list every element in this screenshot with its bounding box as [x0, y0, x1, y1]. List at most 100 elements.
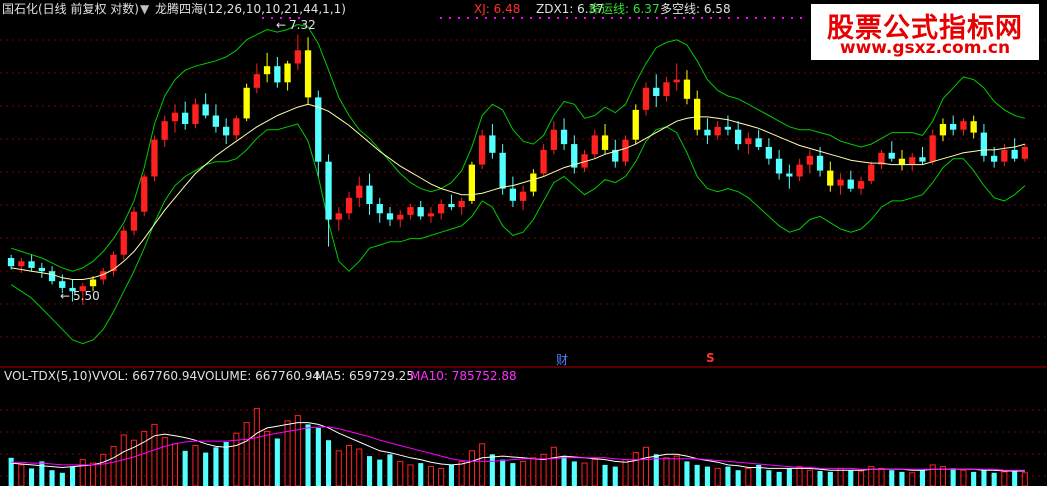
- signal-dot: [512, 17, 514, 19]
- volume-ma-lines: [11, 422, 1025, 472]
- candle-body: [888, 152, 895, 159]
- candle-body: [7, 258, 15, 267]
- volume-bar: [735, 470, 741, 486]
- signal-dot: [530, 17, 532, 19]
- candle-body: [458, 200, 465, 208]
- volume-bar: [500, 459, 506, 486]
- volume-value: VOLUME: 667760.94: [197, 369, 320, 383]
- signal-dot: [557, 17, 559, 19]
- candle-body: [120, 230, 127, 255]
- candle-body: [438, 204, 445, 214]
- candle-body: [356, 185, 363, 198]
- volume-bar: [714, 467, 721, 486]
- signal-dot: [467, 17, 469, 19]
- signal-dot: [665, 17, 667, 19]
- candle-body: [837, 179, 844, 186]
- candle-body: [479, 135, 486, 165]
- volume-bar: [70, 466, 76, 486]
- candle-body: [622, 139, 629, 162]
- volume-bar: [694, 464, 700, 486]
- watermark-url: www.gsxz.com.cn: [839, 38, 1011, 58]
- candle-body: [960, 121, 967, 130]
- candle-body: [714, 126, 721, 136]
- signal-dot: [262, 17, 264, 19]
- candle-body: [970, 121, 977, 133]
- signal-dot: [575, 17, 577, 19]
- candle-body: [796, 164, 803, 177]
- vol-indicator-name: VOL-TDX(5,10): [4, 369, 93, 383]
- candle-body: [898, 158, 906, 165]
- volume-bar: [899, 471, 905, 486]
- candle-body: [427, 213, 435, 217]
- volume-bar: [161, 437, 168, 486]
- volume-bar: [274, 438, 280, 486]
- candle-body: [673, 79, 680, 83]
- candle-body: [755, 138, 762, 147]
- volume-bar: [591, 459, 598, 486]
- candle-body: [48, 271, 56, 282]
- volume-bar: [171, 443, 178, 486]
- xj-value: XJ: 6.48: [474, 2, 521, 16]
- candle-body: [519, 191, 527, 201]
- finance-marker[interactable]: 财: [556, 351, 568, 368]
- candle-body: [929, 135, 936, 162]
- volume-bar: [673, 455, 680, 486]
- candle-body: [991, 155, 998, 162]
- volume-bar: [192, 445, 199, 486]
- sell-marker[interactable]: S: [706, 351, 715, 365]
- candle-body: [1021, 147, 1028, 159]
- signal-dot: [440, 17, 442, 19]
- candle-body: [499, 152, 506, 189]
- signal-dot: [683, 17, 685, 19]
- signal-dot: [710, 17, 712, 19]
- candle-body: [274, 66, 281, 83]
- candle-body: [28, 261, 35, 268]
- candle-body: [827, 170, 834, 186]
- candle-body: [417, 207, 424, 217]
- candle-body: [509, 188, 516, 201]
- candle-body: [366, 185, 373, 204]
- candle-body: [816, 155, 824, 171]
- candle-body: [663, 82, 670, 96]
- candle-body: [202, 104, 209, 116]
- collapse-icon[interactable]: ▼: [140, 1, 149, 17]
- candle-body: [212, 115, 219, 127]
- signal-dot: [791, 17, 793, 19]
- signal-dot: [602, 17, 604, 19]
- volume-bar: [335, 450, 342, 486]
- volume-bar: [950, 468, 956, 486]
- volume-bar: [141, 430, 148, 486]
- volume-bar: [253, 408, 260, 486]
- signal-dot: [719, 17, 721, 19]
- candle-body: [397, 214, 404, 220]
- chart-canvas[interactable]: [0, 0, 1047, 486]
- volume-bar: [356, 448, 363, 486]
- candle-body: [141, 176, 148, 212]
- volume-bar: [79, 459, 86, 486]
- signal-dot: [548, 17, 550, 19]
- candle-body: [550, 129, 557, 150]
- volume-bar: [848, 470, 854, 486]
- candle-body: [642, 87, 650, 110]
- volume-bar: [346, 445, 353, 486]
- myx-value: 命运线: 6.37: [589, 2, 660, 16]
- volume-bar: [561, 456, 567, 486]
- volume-bar: [182, 450, 188, 486]
- candle-body: [253, 74, 260, 88]
- signal-dot: [449, 17, 451, 19]
- signal-dot: [674, 17, 676, 19]
- ma10-value: MA10: 785752.88: [410, 369, 517, 383]
- volume-bar: [878, 467, 885, 486]
- volume-bar: [827, 471, 833, 486]
- candle-body: [775, 158, 783, 174]
- signal-dot: [566, 17, 568, 19]
- volume-bar: [39, 461, 45, 486]
- volume-bar: [203, 452, 209, 486]
- candle-body: [263, 66, 271, 75]
- volume-bar: [766, 470, 772, 486]
- volume-bar: [49, 470, 55, 486]
- volume-bar: [438, 467, 445, 486]
- candle-body: [724, 126, 731, 130]
- indicator-title: 龙腾四海(12,26,10,10,21,44,1,1): [155, 2, 346, 16]
- volume-bar: [29, 468, 35, 486]
